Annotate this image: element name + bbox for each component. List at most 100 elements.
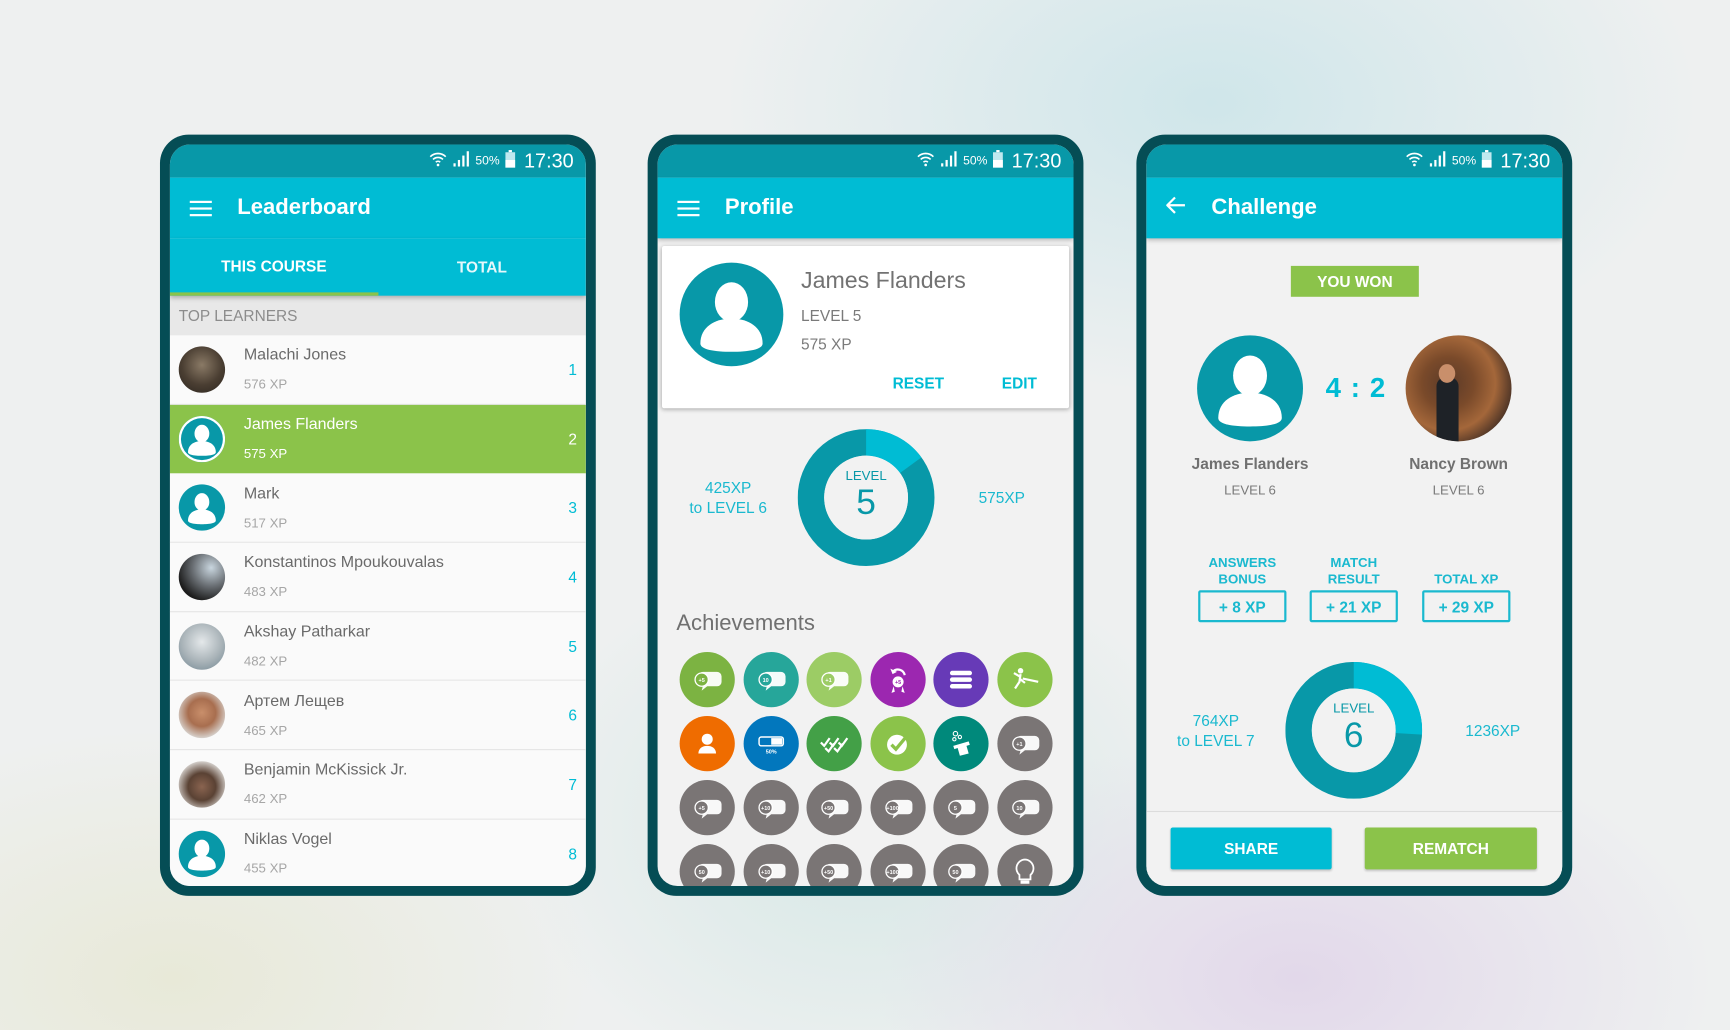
leaderboard-row[interactable]: Артем Лещев 465 XP 6 [169, 681, 586, 751]
wifi-icon [429, 149, 447, 172]
leaderboard-row[interactable]: Akshay Patharkar 482 XP 5 [169, 612, 586, 682]
clock: 17:30 [1500, 149, 1551, 172]
player2-avatar [1405, 335, 1512, 442]
action-bar: SHARE REMATCH [1146, 810, 1563, 886]
lightbulb-icon[interactable] [996, 844, 1052, 886]
bubble-gear-50-icon[interactable]: 50 [679, 844, 735, 886]
row-text: Niklas Vogel 455 XP [244, 831, 332, 876]
leaderboard-row[interactable]: Mark 517 XP 3 [169, 473, 586, 543]
bubble-badge-plus5-icon[interactable]: +5 [679, 780, 735, 836]
player1-avatar [1197, 335, 1303, 442]
badge-bubble-check-plus10-icon[interactable]: +10 [743, 844, 799, 886]
learner-xp: 455 XP [243, 860, 288, 877]
bubble-badge-plus1-icon[interactable]: +1 [996, 716, 1052, 772]
bonus-label: MATCH RESULT [1327, 554, 1380, 587]
bubble-badge-plus50-icon[interactable]: +50 [806, 780, 862, 836]
avatar-photo-face [1438, 364, 1456, 383]
svg-text:+100: +100 [886, 870, 898, 876]
hamburger-menu-icon[interactable] [189, 200, 212, 216]
rematch-button[interactable]: REMATCH [1364, 827, 1537, 870]
learner-name: Akshay Patharkar [243, 623, 371, 642]
showcase-stage: 50% 17:30 Leaderboard THIS COURSE TOTAL … [0, 0, 1730, 1030]
bubble-badge-plus10-icon[interactable]: +10 [743, 780, 799, 836]
user-avatar [178, 830, 226, 877]
learner-rank: 2 [568, 429, 578, 448]
signal-icon [452, 150, 470, 172]
signal-icon [940, 150, 958, 172]
phone-challenge: 50% 17:30 Challenge YOU WON 4 : 2 James … [1136, 134, 1573, 896]
user-avatar [178, 346, 226, 393]
match-result: MATCH RESULT + 21 XP [1307, 554, 1400, 623]
gear-bubble-check-50-icon[interactable]: 50 [933, 844, 989, 886]
bubble-badge-plus1-icon[interactable]: +1 [806, 652, 862, 708]
learner-rank: 5 [568, 637, 578, 655]
reset-button[interactable]: RESET [893, 374, 945, 392]
magic-hat-icon[interactable] [933, 716, 989, 772]
wifi-icon [1406, 149, 1424, 172]
next-level-label: to LEVEL 6 [689, 498, 767, 517]
player1-name: James Flanders [1191, 454, 1309, 473]
user-avatar [178, 553, 226, 601]
section-header: TOP LEARNERS [169, 295, 586, 336]
battery-percent: 50% [1451, 154, 1477, 168]
svg-text:5: 5 [954, 806, 957, 812]
app-bar: Challenge [1146, 177, 1563, 239]
challenge-screen: 50% 17:30 Challenge YOU WON 4 : 2 James … [1146, 144, 1563, 886]
bubble-badge-plus100-icon[interactable]: +100 [869, 780, 926, 836]
profile-name: James Flanders [800, 268, 966, 294]
xp-to-next-level: 764XP to LEVEL 7 [1163, 711, 1269, 751]
learner-name: Konstantinos Mpoukouvalas [243, 554, 444, 572]
learner-name: Malachi Jones [243, 346, 347, 365]
leaderboard-row[interactable]: James Flanders 575 XP 2 [169, 404, 586, 474]
bonus-value: + 8 XP [1198, 590, 1287, 623]
leaderboard-row[interactable]: Niklas Vogel 455 XP 8 [169, 819, 586, 886]
status-bar: 50% 17:30 [657, 144, 1074, 178]
learner-xp: 465 XP [243, 722, 288, 738]
undo-badge-plus5-icon[interactable]: +5 [869, 652, 926, 708]
triple-check-icon[interactable] [806, 716, 862, 772]
user-icon[interactable] [679, 716, 735, 772]
edit-button[interactable]: EDIT [1002, 374, 1037, 392]
bubble-gear-5-icon[interactable]: 5 [933, 780, 989, 836]
bubble-badge-plus5-icon[interactable]: +5 [679, 652, 735, 708]
user-avatar [178, 415, 226, 462]
hamburger-menu-icon[interactable] [677, 200, 700, 216]
current-xp: 1236XP [1465, 721, 1521, 740]
user-silhouette-icon [188, 493, 216, 525]
list-icon[interactable] [933, 652, 989, 708]
row-text: James Flanders 575 XP [244, 416, 358, 461]
badge-bubble-check-plus50-icon[interactable]: +50 [806, 844, 862, 886]
learner-xp: 576 XP [243, 376, 288, 393]
svg-text:+5: +5 [894, 680, 900, 686]
leaderboard-row[interactable]: Malachi Jones 576 XP 1 [169, 335, 586, 405]
bubble-gear-10-icon[interactable]: 10 [996, 780, 1052, 836]
learner-name: James Flanders [243, 415, 358, 434]
app-bar: Leaderboard [169, 177, 586, 239]
tab-total[interactable]: TOTAL [378, 238, 586, 295]
user-silhouette-icon [700, 282, 763, 352]
wifi-icon [917, 149, 935, 172]
badge-bubble-check-plus100-icon[interactable]: +100 [869, 844, 926, 886]
learner-rank: 3 [568, 498, 578, 517]
clock: 17:30 [524, 149, 574, 172]
achievements-title: Achievements [676, 611, 815, 636]
leaderboard-row[interactable]: Konstantinos Mpoukouvalas 483 XP 4 [169, 542, 586, 613]
status-bar: 50% 17:30 [1146, 144, 1563, 178]
back-arrow-icon[interactable] [1165, 196, 1186, 219]
share-button[interactable]: SHARE [1170, 827, 1332, 870]
tab-this-course[interactable]: THIS COURSE [169, 238, 378, 296]
leaderboard-row[interactable]: Benjamin McKissick Jr. 462 XP 7 [169, 750, 586, 820]
donut-level-value: 6 [1343, 714, 1364, 755]
finish-line-runner-icon[interactable] [996, 652, 1052, 708]
progress-50-icon[interactable]: 50% [743, 716, 799, 772]
profile-xp: 575 XP [800, 335, 852, 354]
svg-text:10: 10 [762, 678, 768, 684]
bubble-badge-10-icon[interactable]: 10 [743, 652, 799, 708]
learner-xp: 483 XP [243, 584, 288, 600]
total-xp: TOTAL XP + 29 XP [1420, 555, 1513, 623]
row-text: Benjamin McKissick Jr. 462 XP [244, 762, 408, 807]
user-avatar [178, 761, 226, 808]
xp-to-next-level: 425XP to LEVEL 6 [673, 478, 783, 518]
player1-level: LEVEL 6 [1224, 482, 1276, 498]
check-icon[interactable] [869, 716, 926, 772]
